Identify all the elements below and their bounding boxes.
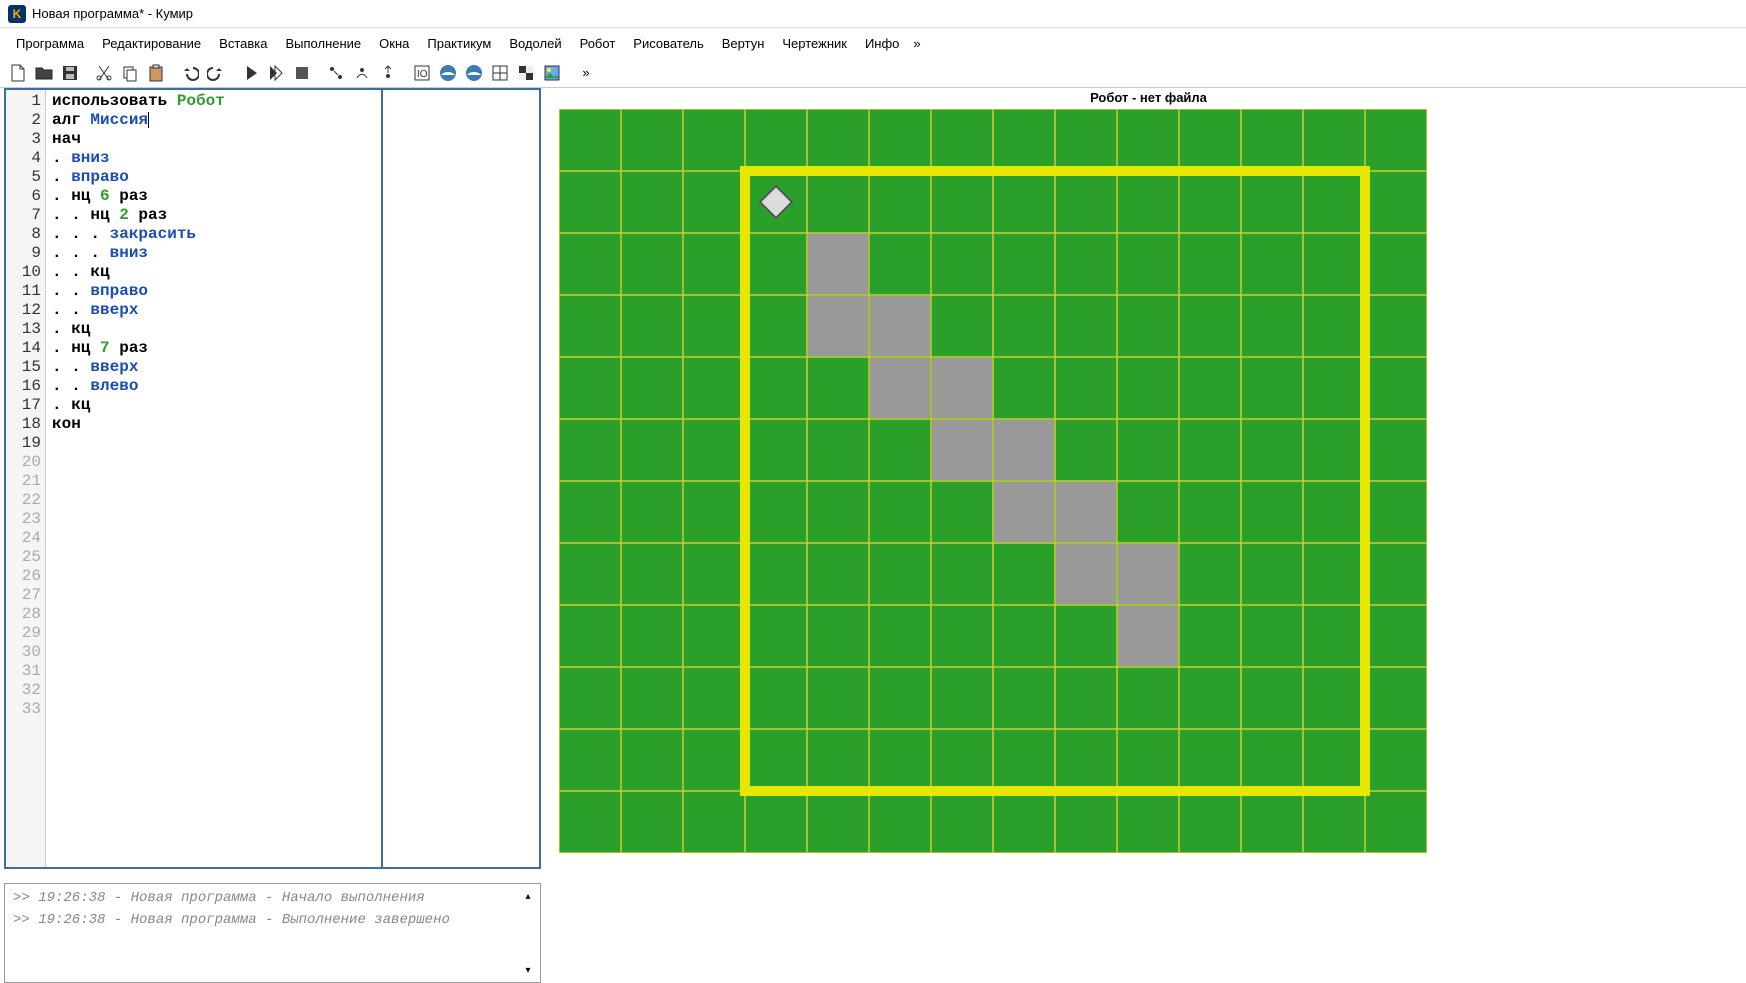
console-scroll-down[interactable]: ▾ bbox=[520, 962, 536, 978]
toolbar: IO » bbox=[0, 58, 1746, 88]
code-line[interactable]: . . . вниз bbox=[52, 244, 533, 263]
stop-button[interactable] bbox=[290, 61, 314, 85]
app-icon: K bbox=[8, 5, 26, 23]
code-line[interactable]: . . вправо bbox=[52, 282, 533, 301]
code-line[interactable]: нач bbox=[52, 130, 533, 149]
menu-Рисователь[interactable]: Рисователь bbox=[625, 32, 711, 55]
console-line: >> 19:26:38 - Новая программа - Начало в… bbox=[13, 890, 512, 912]
save-file-button[interactable] bbox=[58, 61, 82, 85]
code-line[interactable]: . кц bbox=[52, 396, 533, 415]
menu-Выполнение[interactable]: Выполнение bbox=[277, 32, 369, 55]
redo-button[interactable] bbox=[204, 61, 228, 85]
paste-button[interactable] bbox=[144, 61, 168, 85]
code-line[interactable]: использовать Робот bbox=[52, 92, 533, 111]
checker-button[interactable] bbox=[514, 61, 538, 85]
menu-Чертежник[interactable]: Чертежник bbox=[774, 32, 855, 55]
line-gutter: 1234567891011121314151617181920212223242… bbox=[6, 90, 46, 867]
copy-button[interactable] bbox=[118, 61, 142, 85]
open-file-button[interactable] bbox=[32, 61, 56, 85]
code-line[interactable] bbox=[52, 434, 533, 453]
step-out-button[interactable] bbox=[376, 61, 400, 85]
menu-Инфо[interactable]: Инфо bbox=[857, 32, 907, 55]
menu-Программа[interactable]: Программа bbox=[8, 32, 92, 55]
code-line[interactable]: . нц 6 раз bbox=[52, 187, 533, 206]
console-scroll-up[interactable]: ▴ bbox=[520, 888, 536, 904]
console: >> 19:26:38 - Новая программа - Начало в… bbox=[4, 883, 541, 983]
code-line[interactable]: . вниз bbox=[52, 149, 533, 168]
menu-Робот[interactable]: Робот bbox=[572, 32, 624, 55]
robot-canvas[interactable] bbox=[559, 109, 1738, 983]
image-button[interactable] bbox=[540, 61, 564, 85]
code-editor[interactable]: 1234567891011121314151617181920212223242… bbox=[4, 88, 541, 869]
actor-2-button[interactable] bbox=[462, 61, 486, 85]
window-title: Новая программа* - Кумир bbox=[32, 6, 193, 21]
code-line[interactable]: . кц bbox=[52, 320, 533, 339]
menu-Практикум[interactable]: Практикум bbox=[419, 32, 499, 55]
right-pane: Робот - нет файла bbox=[545, 88, 1746, 983]
left-pane: 1234567891011121314151617181920212223242… bbox=[0, 88, 545, 983]
menu-Вставка[interactable]: Вставка bbox=[211, 32, 275, 55]
code-line[interactable]: . . вверх bbox=[52, 358, 533, 377]
code-line[interactable]: . . . закрасить bbox=[52, 225, 533, 244]
code-line[interactable]: . вправо bbox=[52, 168, 533, 187]
grid-view-button[interactable] bbox=[488, 61, 512, 85]
toolbar-more-button[interactable]: » bbox=[574, 61, 598, 85]
titlebar: K Новая программа* - Кумир bbox=[0, 0, 1746, 28]
menu-Вертун[interactable]: Вертун bbox=[714, 32, 773, 55]
code-line[interactable]: . . влево bbox=[52, 377, 533, 396]
console-line: >> 19:26:38 - Новая программа - Выполнен… bbox=[13, 912, 512, 934]
menu-Водолей[interactable]: Водолей bbox=[501, 32, 569, 55]
code-line[interactable]: кон bbox=[52, 415, 533, 434]
code-line[interactable]: . нц 7 раз bbox=[52, 339, 533, 358]
actor-1-button[interactable] bbox=[436, 61, 460, 85]
menu-Редактирование[interactable]: Редактирование bbox=[94, 32, 209, 55]
undo-button[interactable] bbox=[178, 61, 202, 85]
io-panel-button[interactable]: IO bbox=[410, 61, 434, 85]
code-line[interactable]: алг Миссия bbox=[52, 111, 533, 130]
step-into-button[interactable] bbox=[324, 61, 348, 85]
code-line[interactable]: . . кц bbox=[52, 263, 533, 282]
menu-more[interactable]: » bbox=[909, 32, 924, 55]
menubar: ПрограммаРедактированиеВставкаВыполнение… bbox=[0, 28, 1746, 58]
step-button[interactable] bbox=[264, 61, 288, 85]
code-line[interactable]: . . нц 2 раз bbox=[52, 206, 533, 225]
console-output[interactable]: >> 19:26:38 - Новая программа - Начало в… bbox=[5, 884, 520, 982]
svg-text:IO: IO bbox=[417, 69, 428, 80]
step-over-button[interactable] bbox=[350, 61, 374, 85]
menu-Окна[interactable]: Окна bbox=[371, 32, 417, 55]
run-button[interactable] bbox=[238, 61, 262, 85]
editor-split[interactable] bbox=[381, 90, 383, 867]
cut-button[interactable] bbox=[92, 61, 116, 85]
code-area[interactable]: использовать Роботалг Миссиянач. вниз. в… bbox=[46, 90, 539, 867]
robot-panel-title: Робот - нет файла bbox=[559, 88, 1738, 109]
code-line[interactable]: . . вверх bbox=[52, 301, 533, 320]
new-file-button[interactable] bbox=[6, 61, 30, 85]
robot-grid-svg[interactable] bbox=[559, 109, 1427, 853]
